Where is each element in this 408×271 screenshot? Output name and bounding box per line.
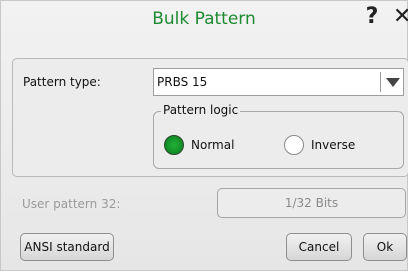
help-icon[interactable]: ? <box>358 3 386 31</box>
ansi-standard-button[interactable]: ANSI standard <box>20 233 114 261</box>
radio-inverse-label[interactable]: Inverse <box>311 138 355 152</box>
pattern-type-select[interactable]: PRBS 15 <box>153 68 404 96</box>
dialog-title: Bulk Pattern <box>152 9 256 29</box>
chevron-down-icon[interactable] <box>386 78 400 87</box>
radio-normal-label[interactable]: Normal <box>191 138 234 152</box>
bulk-pattern-dialog: Bulk Pattern ? ✕ Pattern type: PRBS 15 P… <box>0 0 408 271</box>
ok-button[interactable]: Ok <box>363 233 407 261</box>
cancel-button[interactable]: Cancel <box>286 233 352 261</box>
select-divider <box>380 72 381 92</box>
pattern-logic-legend: Pattern logic <box>161 103 241 117</box>
user-pattern-label: User pattern 32: <box>22 197 121 211</box>
radio-normal[interactable] <box>164 135 184 155</box>
user-pattern-bits-field: 1/32 Bits <box>217 188 406 218</box>
pattern-type-label: Pattern type: <box>23 75 101 89</box>
radio-inverse[interactable] <box>284 135 304 155</box>
pattern-type-value: PRBS 15 <box>157 75 208 89</box>
close-icon[interactable]: ✕ <box>393 3 408 31</box>
